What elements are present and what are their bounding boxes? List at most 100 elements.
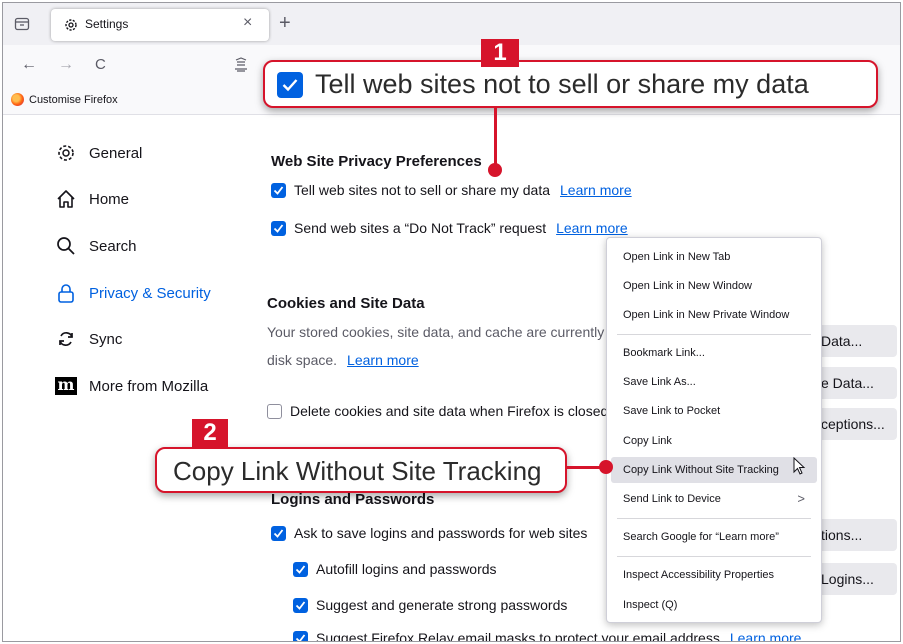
callout-1-connector <box>494 107 497 169</box>
cookies-learn-more-link[interactable]: Learn more <box>347 352 419 368</box>
menu-inspect-accessibility[interactable]: Inspect Accessibility Properties <box>611 562 817 588</box>
callout-2-text: Copy Link Without Site Tracking <box>173 456 542 486</box>
menu-inspect[interactable]: Inspect (Q) <box>611 592 817 618</box>
sidebar-item-home[interactable]: Home <box>55 184 245 214</box>
tab-settings[interactable]: Settings × <box>51 9 269 41</box>
sync-icon <box>59 332 73 346</box>
ask-save-logins-checkbox[interactable] <box>271 525 286 541</box>
do-not-track-label: Send web sites a “Do Not Track” request <box>294 220 547 236</box>
menu-save-link-pocket[interactable]: Save Link to Pocket <box>611 398 817 424</box>
sidebar-item-label: Privacy & Security <box>89 284 211 302</box>
mozilla-icon: m <box>55 377 77 395</box>
menu-search-google[interactable]: Search Google for “Learn more” <box>611 524 817 550</box>
relay-row: Suggest Firefox Relay email masks to pro… <box>293 630 802 642</box>
callout-1: Tell web sites not to sell or share my d… <box>263 60 878 108</box>
autofill-checkbox[interactable] <box>293 561 308 577</box>
sidebar-item-search[interactable]: Search <box>55 231 245 261</box>
menu-open-private-window[interactable]: Open Link in New Private Window <box>611 302 817 328</box>
menu-send-link-label: Send Link to Device <box>623 493 721 505</box>
sell-share-data-checkbox[interactable] <box>271 182 286 198</box>
sidebar-item-label: More from Mozilla <box>89 377 209 395</box>
new-tab-button[interactable]: + <box>279 13 291 33</box>
callout-2: Copy Link Without Site Tracking <box>155 447 567 493</box>
reader-view-icon[interactable] <box>233 57 249 73</box>
ask-save-logins-label: Ask to save logins and passwords for web… <box>294 525 588 541</box>
checkmark-icon <box>295 600 306 610</box>
tab-close-button[interactable]: × <box>243 14 252 32</box>
callout-checkbox-icon <box>277 72 303 98</box>
ask-save-logins-row: Ask to save logins and passwords for web… <box>271 525 587 541</box>
tab-strip: Settings × + <box>3 3 900 45</box>
callout-1-text: Tell web sites not to sell or share my d… <box>315 69 809 99</box>
delete-cookies-label: Delete cookies and site data when Firefo… <box>290 403 609 419</box>
manage-data-button[interactable]: e Data... <box>811 367 897 399</box>
privacy-preferences-heading: Web Site Privacy Preferences <box>271 153 482 170</box>
sidebar-item-general[interactable]: General <box>55 138 245 168</box>
autofill-row: Autofill logins and passwords <box>293 561 497 577</box>
chevron-right-icon: > <box>797 491 805 506</box>
cookies-description: Your stored cookies, site data, and cach… <box>267 318 604 374</box>
clear-data-button[interactable]: Data... <box>811 325 897 357</box>
callout-2-badge: 2 <box>192 419 228 447</box>
menu-save-link-as[interactable]: Save Link As... <box>611 369 817 395</box>
tab-title: Settings <box>85 17 129 31</box>
bookmark-label: Customise Firefox <box>29 93 118 106</box>
manage-exceptions-button[interactable]: ceptions... <box>811 408 897 440</box>
relay-learn-more-link[interactable]: Learn more <box>730 630 802 641</box>
gear-icon <box>65 19 77 31</box>
context-menu: Open Link in New Tab Open Link in New Wi… <box>606 237 822 623</box>
checkmark-icon <box>282 79 298 92</box>
suggest-passwords-checkbox[interactable] <box>293 597 308 613</box>
callout-1-dot <box>488 163 502 177</box>
home-icon <box>57 190 75 208</box>
lock-icon <box>58 284 74 303</box>
cookies-desc-text: disk space. <box>267 352 338 368</box>
menu-open-new-tab[interactable]: Open Link in New Tab <box>611 244 817 270</box>
browser-window: Settings × + ← → C Customise Firefox Gen… <box>2 2 901 642</box>
relay-checkbox[interactable] <box>293 630 308 641</box>
suggest-passwords-row: Suggest and generate strong passwords <box>293 597 567 613</box>
relay-label: Suggest Firefox Relay email masks to pro… <box>316 630 720 642</box>
sell-share-data-row: Tell web sites not to sell or share my d… <box>271 182 632 198</box>
menu-open-new-window[interactable]: Open Link in New Window <box>611 273 817 299</box>
checkmark-icon <box>273 223 284 233</box>
saved-logins-button[interactable]: Logins... <box>811 563 897 595</box>
checkmark-icon <box>273 185 284 195</box>
menu-separator <box>617 334 811 335</box>
sell-share-data-label: Tell web sites not to sell or share my d… <box>294 182 551 198</box>
menu-separator <box>617 518 811 519</box>
sidebar-item-more-from-mozilla[interactable]: m More from Mozilla <box>55 371 245 401</box>
menu-copy-link[interactable]: Copy Link <box>611 428 817 454</box>
sidebar-item-label: Home <box>89 190 130 208</box>
exceptions-button[interactable]: tions... <box>811 519 897 551</box>
do-not-track-learn-more-link[interactable]: Learn more <box>556 220 628 236</box>
cookies-desc-line2: disk space. Learn more <box>267 346 604 374</box>
sell-share-learn-more-link[interactable]: Learn more <box>560 182 632 198</box>
tab-list-icon[interactable] <box>13 15 31 33</box>
do-not-track-checkbox[interactable] <box>271 220 286 236</box>
menu-copy-link-without-tracking[interactable]: Copy Link Without Site Tracking <box>611 457 817 483</box>
logins-heading: Logins and Passwords <box>271 491 435 508</box>
reload-button[interactable]: C <box>95 56 106 73</box>
sidebar-item-sync[interactable]: Sync <box>55 324 245 354</box>
checkmark-icon <box>295 564 306 574</box>
gear-icon <box>58 145 74 161</box>
callout-1-badge: 1 <box>481 39 519 67</box>
forward-button[interactable]: → <box>58 56 74 74</box>
sidebar-item-label: Sync <box>89 330 123 348</box>
menu-separator <box>617 556 811 557</box>
do-not-track-row: Send web sites a “Do Not Track” request … <box>271 220 628 236</box>
menu-send-link-device[interactable]: Send Link to Device > <box>611 486 817 512</box>
menu-bookmark-link[interactable]: Bookmark Link... <box>611 340 817 366</box>
sidebar-item-privacy-security[interactable]: Privacy & Security <box>55 278 245 308</box>
bookmark-customise-firefox[interactable]: Customise Firefox <box>11 93 118 106</box>
cookies-desc-line1: Your stored cookies, site data, and cach… <box>267 324 605 340</box>
firefox-logo-icon <box>11 93 24 106</box>
mouse-cursor-icon <box>793 457 806 475</box>
sidebar-item-label: General <box>89 144 143 162</box>
back-button[interactable]: ← <box>21 56 37 74</box>
checkmark-icon <box>295 633 306 641</box>
search-icon <box>57 237 75 255</box>
callout-2-dot <box>599 460 613 474</box>
delete-cookies-checkbox[interactable] <box>267 403 282 419</box>
